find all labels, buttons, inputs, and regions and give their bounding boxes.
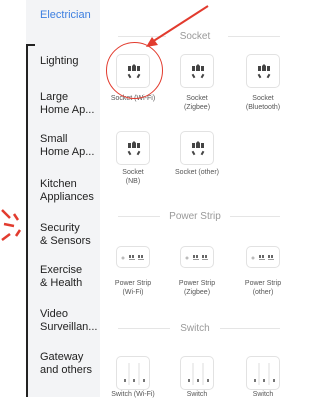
sidebar-item-exercise-health[interactable]: Exercise & Health — [40, 264, 82, 290]
switch-icon — [188, 363, 209, 385]
socket-wifi-card[interactable] — [116, 54, 150, 88]
sidebar-item-lighting[interactable]: Lighting — [40, 55, 79, 68]
power-strip-other-label: Power Strip (other) — [244, 280, 282, 296]
socket-icon — [127, 141, 141, 156]
power-strip-wifi-label: Power Strip (Wi-Fi) — [114, 280, 152, 296]
sidebar-item-gateway-others[interactable]: Gateway and others — [40, 351, 92, 377]
socket-wifi-label: Socket (Wi-Fi) — [110, 95, 156, 102]
socket-icon — [127, 64, 141, 79]
power-strip-icon — [185, 255, 208, 260]
sidebar-item-video-surveillance[interactable]: Video Surveillan... — [40, 308, 97, 334]
section-divider-right — [220, 328, 280, 329]
switch-card[interactable] — [246, 356, 280, 390]
socket-zigbee-label: Socket (Zigbee) — [183, 95, 211, 111]
sidebar-item-large-home-appliances[interactable]: Large Home Ap... — [40, 91, 94, 117]
power-strip-zigbee-label: Power Strip (Zigbee) — [178, 280, 216, 296]
sidebar-item-kitchen-appliances[interactable]: Kitchen Appliances — [40, 178, 94, 204]
socket-other-card[interactable] — [180, 131, 214, 165]
sidebar-item-electrician[interactable]: Electrician — [40, 9, 91, 22]
socket-nb-card[interactable] — [116, 131, 150, 165]
switch-wifi-label: Switch (Wi-Fi) — [111, 391, 155, 398]
power-strip-icon — [121, 255, 144, 260]
sidebar-item-security-sensors[interactable]: Security & Sensors — [40, 222, 91, 248]
power-strip-other-card[interactable] — [246, 246, 280, 268]
section-divider-right — [230, 216, 280, 217]
switch-wifi-card[interactable] — [116, 356, 150, 390]
switch-label: Switch — [186, 391, 208, 398]
power-strip-wifi-card[interactable] — [116, 246, 150, 268]
switch-label: Switch — [252, 391, 274, 398]
sidebar-item-small-home-appliances[interactable]: Small Home Ap... — [40, 133, 94, 159]
power-strip-icon — [251, 255, 274, 260]
annotation-bracket — [26, 44, 35, 397]
socket-bluetooth-label: Socket (Bluetooth) — [245, 95, 281, 111]
socket-nb-label: Socket (NB) — [122, 169, 144, 185]
switch-card[interactable] — [180, 356, 214, 390]
power-strip-zigbee-card[interactable] — [180, 246, 214, 268]
socket-icon — [191, 141, 205, 156]
switch-icon — [124, 363, 145, 385]
switch-icon — [254, 363, 275, 385]
socket-other-label: Socket (other) — [175, 169, 219, 176]
socket-icon — [257, 64, 271, 79]
socket-bluetooth-card[interactable] — [246, 54, 280, 88]
annotation-mark-icon — [1, 209, 22, 241]
device-category-list: Socket Socket (Wi-Fi) Socket (Zigbee) So… — [100, 0, 290, 398]
socket-icon — [191, 64, 205, 79]
socket-zigbee-card[interactable] — [180, 54, 214, 88]
section-divider-right — [228, 36, 280, 37]
